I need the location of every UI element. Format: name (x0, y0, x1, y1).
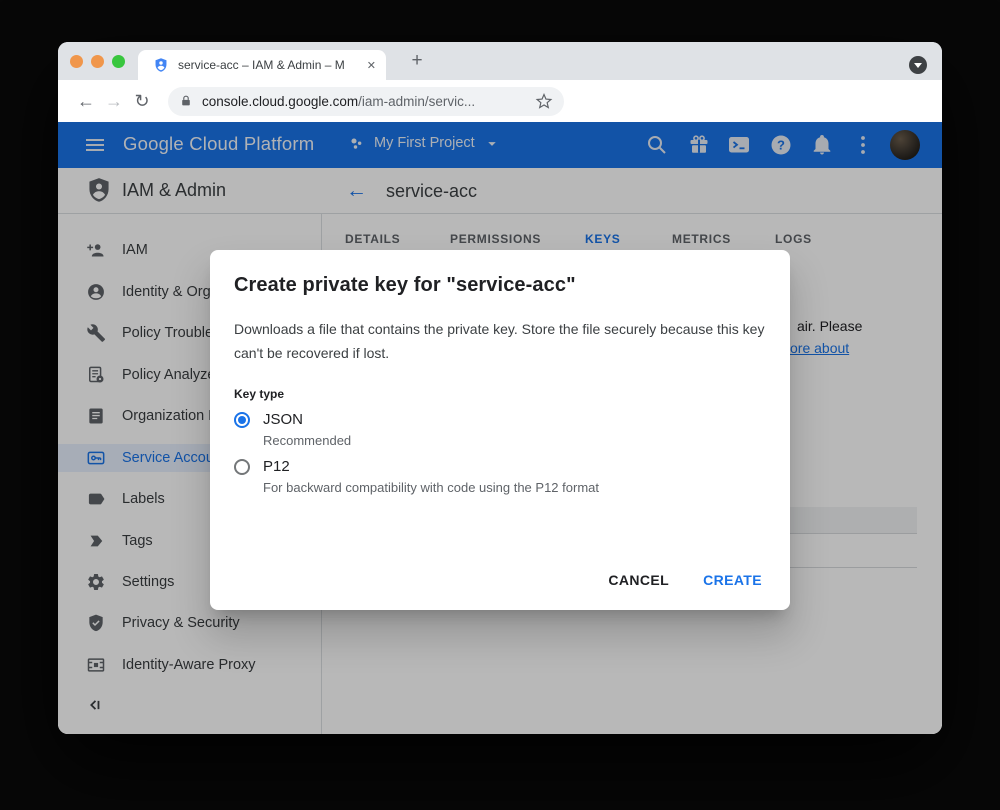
iam-shield-favicon (153, 57, 169, 73)
radio-p12[interactable] (234, 459, 250, 475)
browser-window: service-acc – IAM & Admin – M ✕ + ← → ↻ … (58, 42, 942, 734)
back-button[interactable]: ← (72, 91, 100, 112)
option-description: Recommended (263, 433, 766, 448)
address-bar[interactable]: console.cloud.google.com/iam-admin/servi… (168, 87, 564, 116)
browser-toolbar: ← → ↻ console.cloud.google.com/iam-admin… (58, 80, 942, 122)
url-text: console.cloud.google.com/iam-admin/servi… (202, 94, 526, 109)
browser-tab[interactable]: service-acc – IAM & Admin – M ✕ (138, 50, 386, 80)
forward-button: → (100, 91, 128, 112)
key-type-label: Key type (234, 387, 766, 401)
cancel-button[interactable]: CANCEL (594, 562, 683, 598)
screenshot-backdrop: service-acc – IAM & Admin – M ✕ + ← → ↻ … (0, 0, 1000, 810)
new-tab-button[interactable]: + (404, 48, 430, 74)
reload-button[interactable]: ↻ (128, 91, 156, 112)
minimize-window-button[interactable] (91, 55, 104, 68)
browser-profile-button[interactable] (909, 56, 927, 74)
dialog-title: Create private key for "service-acc" (234, 274, 766, 297)
key-type-option-p12[interactable]: P12 (234, 458, 766, 475)
chevron-down-icon (914, 63, 922, 68)
tab-close-icon[interactable]: ✕ (367, 59, 376, 72)
option-label: JSON (263, 411, 303, 428)
close-window-button[interactable] (70, 55, 83, 68)
url-path: /iam-admin/servic... (358, 94, 475, 109)
tab-strip: service-acc – IAM & Admin – M ✕ + (58, 42, 942, 80)
option-description: For backward compatibility with code usi… (263, 480, 766, 495)
dialog-actions: CANCEL CREATE (594, 562, 776, 598)
dialog-body-text: Downloads a file that contains the priva… (234, 317, 766, 365)
key-type-option-json[interactable]: JSON (234, 411, 766, 428)
zoom-window-button[interactable] (112, 55, 125, 68)
url-host: console.cloud.google.com (202, 94, 358, 109)
tab-title: service-acc – IAM & Admin – M (178, 58, 358, 72)
create-private-key-dialog: Create private key for "service-acc" Dow… (210, 250, 790, 610)
create-button[interactable]: CREATE (689, 562, 776, 598)
window-controls (70, 55, 125, 68)
lock-icon (179, 94, 193, 108)
key-type-options: JSON Recommended P12 For backward compatibi… (234, 411, 766, 495)
bookmark-star-icon[interactable] (535, 92, 553, 110)
option-label: P12 (263, 458, 290, 475)
radio-json[interactable] (234, 412, 250, 428)
